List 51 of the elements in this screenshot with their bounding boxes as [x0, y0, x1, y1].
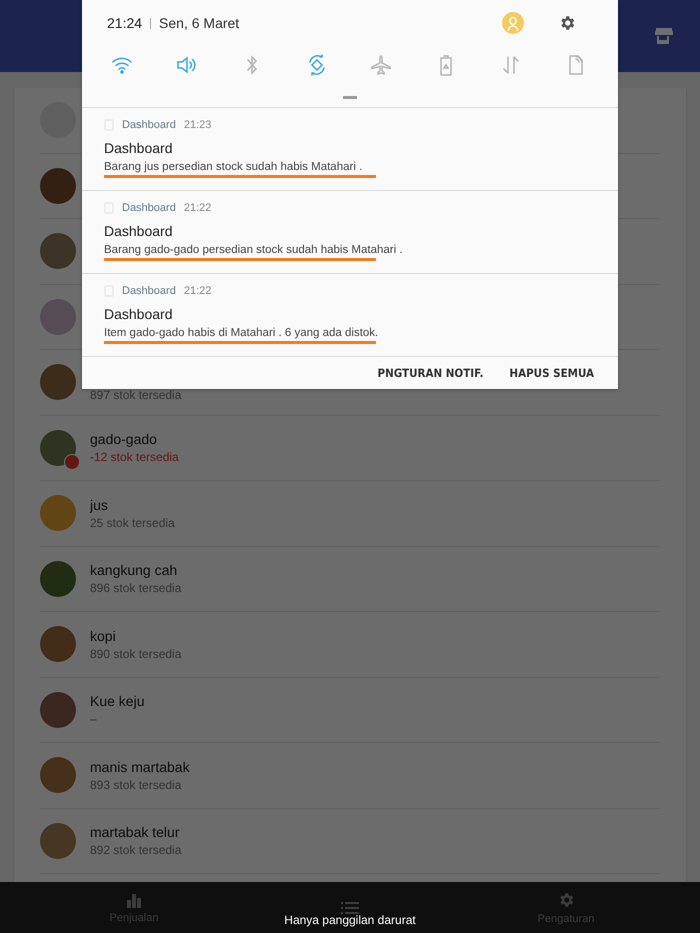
photo-placeholder	[40, 495, 76, 532]
notification-card[interactable]: Dashboard 21:22 Dashboard Item gado-gado habis di Matahari . 6 yang ada distok.	[82, 273, 618, 356]
stock-text: 893 stok tersedia	[90, 778, 182, 792]
product-name[interactable]: kopi	[90, 628, 182, 644]
user-avatar-icon[interactable]	[502, 12, 524, 34]
notification-action-button[interactable]: PNGTURAN NOTIF.	[378, 364, 484, 382]
photo-placeholder	[40, 560, 76, 597]
stock-text: -12 stok tersedia	[90, 450, 179, 464]
photo-placeholder	[40, 626, 76, 662]
photo-placeholder	[40, 168, 76, 204]
bar-chart-icon[interactable]	[126, 892, 142, 908]
product-name[interactable]: kangkung cah	[90, 562, 182, 578]
notification-action-button[interactable]: HAPUS SEMUA	[509, 364, 594, 382]
photo-placeholder	[40, 364, 76, 400]
notification-time: 21:22	[184, 285, 212, 297]
product-name[interactable]: Kue keju	[90, 693, 144, 710]
stock-text: 25 stok tersedia	[90, 516, 175, 530]
list-icon[interactable]	[341, 900, 359, 914]
toast-message: Hanya panggilan darurat	[284, 913, 416, 927]
app-name: Dashboard	[122, 202, 176, 214]
notification-title: Dashboard	[104, 223, 174, 239]
notification-time: 21:22	[184, 202, 212, 214]
notification-time: 21:23	[184, 119, 212, 131]
notification-title: Dashboard	[104, 306, 174, 322]
photo-placeholder	[40, 822, 76, 859]
store-icon[interactable]	[654, 27, 674, 45]
stock-text: 892 stok tersedia	[90, 843, 182, 858]
photo-placeholder	[40, 757, 76, 794]
clock-text: 21:24	[107, 15, 142, 31]
product-name[interactable]: gado-gado	[90, 431, 179, 448]
stock-text: 890 stok tersedia	[90, 646, 182, 661]
notification-text: Item gado-gado habis di Matahari . 6 yang ada distok.	[104, 327, 380, 339]
app-name: Dashboard	[122, 119, 176, 131]
product-name[interactable]: martabak telur	[90, 824, 182, 840]
notification-title: Dashboard	[104, 140, 174, 156]
photo-placeholder	[40, 692, 76, 728]
stock-text: 896 stok tersedia	[90, 581, 182, 596]
stock-text: –	[90, 712, 98, 726]
stock-text: 897 stok tersedia	[90, 388, 182, 402]
date-text: Sen, 6 Maret	[159, 15, 240, 31]
airplane-icon[interactable]	[369, 53, 394, 77]
app-name: Dashboard	[122, 285, 176, 297]
notification-card[interactable]: Dashboard 21:22 Dashboard Barang gado-gado persedian stock sudah habis Matahari .	[82, 190, 618, 273]
notification-text: Barang gado-gado persedian stock sudah habis Matahari .	[104, 244, 404, 256]
product-name[interactable]: manis martabak	[90, 758, 190, 775]
photo-placeholder	[40, 298, 76, 335]
drag-handle[interactable]	[343, 96, 357, 99]
photo-placeholder	[40, 233, 76, 270]
product-name[interactable]: jus	[90, 496, 175, 513]
notification-card[interactable]: Dashboard 21:23 Dashboard Barang jus persedian stock sudah habis Matahari .	[82, 107, 618, 190]
notification-text: Barang jus persedian stock sudah habis Matahari .	[104, 161, 364, 173]
